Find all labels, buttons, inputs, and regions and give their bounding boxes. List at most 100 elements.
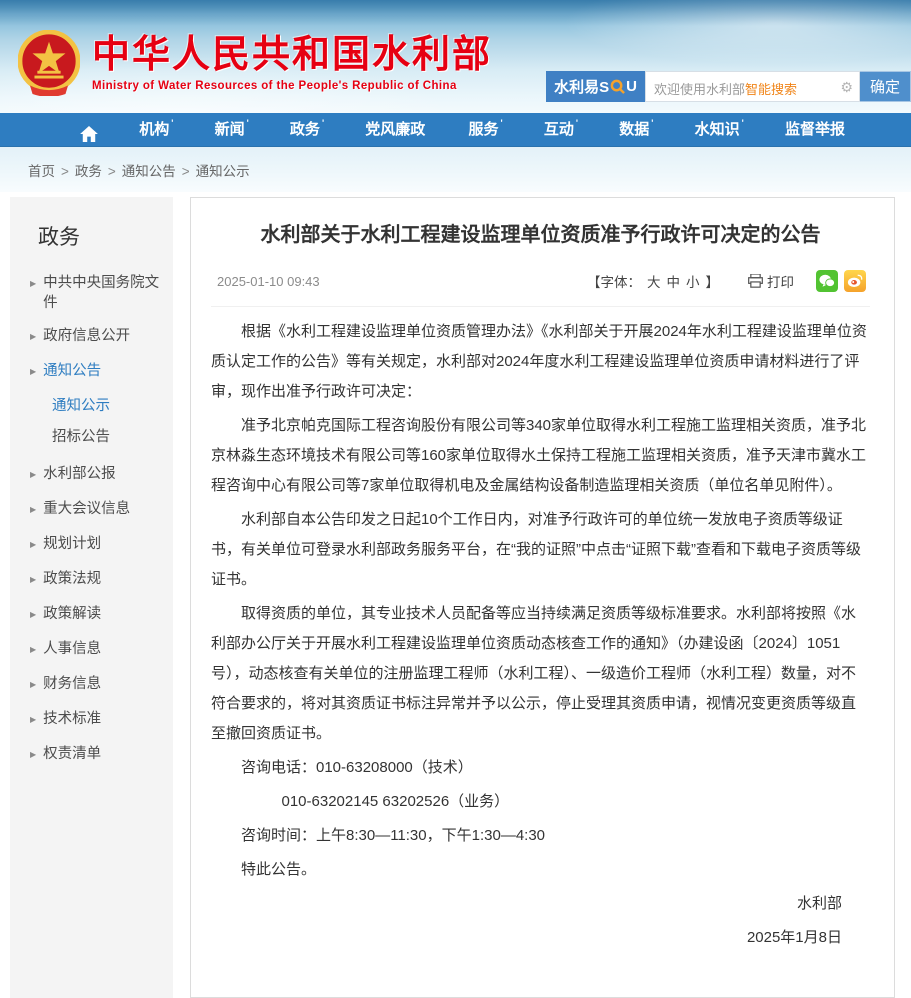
breadcrumb-home[interactable]: 首页 — [28, 164, 55, 179]
print-button[interactable]: 打印 — [748, 271, 794, 291]
nav-item-services[interactable]: 服务' — [469, 113, 503, 147]
font-size-control: 【字体： 大中小】 — [584, 271, 722, 291]
contact-phone-line-1: 咨询电话：010-63208000（技术） — [211, 753, 870, 783]
sidebar-item-central-docs[interactable]: ▶ 中共中央国务院文件 — [30, 273, 163, 313]
sidebar-item-policy-interpretation[interactable]: ▶政策解读 — [30, 604, 163, 626]
font-size-small[interactable]: 小 — [686, 275, 700, 290]
paragraph: 准予北京帕克国际工程咨询股份有限公司等340家单位取得水利工程施工监理相关资质，… — [211, 411, 870, 501]
nav-item-interact[interactable]: 互动' — [544, 113, 578, 147]
nav-label: 互动 — [544, 121, 574, 138]
sidebar-item-label: 中共中央国务院文件 — [43, 273, 163, 313]
dropdown-caret-icon: ' — [322, 118, 324, 128]
sidebar-item-tech-standards[interactable]: ▶ 技术标准 — [30, 709, 163, 731]
breadcrumb-separator: > — [182, 164, 190, 179]
sidebar-item-major-meetings[interactable]: ▶重大会议信息 — [30, 499, 163, 521]
nav-item-data[interactable]: 数据' — [619, 113, 653, 147]
search-bar: 水利易S U 欢迎使用水利部智能搜索 ⚙ 确定 — [546, 71, 911, 102]
breadcrumb-gov[interactable]: 政务 — [75, 164, 102, 179]
breadcrumb-strip: 首页 > 政务 > 通知公告 > 通知公示 — [0, 147, 911, 192]
font-label-open: 【字体： — [587, 275, 641, 290]
sidebar-item-notices[interactable]: ▶ 通知公告 — [30, 361, 163, 383]
sidebar-item-policies-laws[interactable]: ▶政策法规 — [30, 569, 163, 591]
sidebar-item-notice-publicity[interactable]: 通知公示 — [30, 396, 163, 416]
sidebar-item-label: 权责清单 — [43, 744, 101, 764]
sidebar-item-label: 水利部公报 — [43, 464, 116, 484]
nav-item-gov[interactable]: 政务' — [290, 113, 324, 147]
sidebar-item-personnel[interactable]: ▶人事信息 — [30, 639, 163, 661]
closing-line: 特此公告。 — [211, 855, 870, 885]
sidebar-item-gazette[interactable]: ▶ 水利部公报 — [30, 464, 163, 486]
sidebar-item-label: 规划计划 — [43, 534, 101, 554]
article-meta-row: 2025-01-10 09:43 【字体： 大中小】 打印 — [211, 270, 870, 307]
search-brand-right: U — [626, 78, 637, 95]
dropdown-caret-icon: ' — [247, 118, 249, 128]
nav-label: 机构 — [139, 121, 169, 138]
contact-hours: 咨询时间：上午8:30—11:30，下午1:30—4:30 — [211, 821, 870, 851]
article-tools: 【字体： 大中小】 打印 — [584, 270, 866, 292]
share-buttons — [810, 270, 866, 292]
sidebar-item-responsibility-list[interactable]: ▶ 权责清单 — [30, 744, 163, 766]
sidebar-item-finance[interactable]: ▶ 财务信息 — [30, 674, 163, 696]
breadcrumb-separator: > — [108, 164, 116, 179]
magnifier-icon — [610, 79, 625, 94]
sidebar-item-label: 政策法规 — [43, 569, 101, 589]
triangle-bullet-icon: ▶ — [30, 362, 36, 382]
sidebar-item-label: 通知公告 — [43, 361, 101, 381]
nav-item-knowledge[interactable]: 水知识' — [695, 113, 744, 147]
breadcrumb-separator: > — [61, 164, 69, 179]
triangle-bullet-icon: ▶ — [30, 327, 36, 347]
nav-item-news[interactable]: 新闻' — [215, 113, 249, 147]
triangle-bullet-icon: ▶ — [30, 535, 36, 555]
triangle-bullet-icon: ▶ — [30, 710, 36, 730]
nav-label: 水知识 — [695, 121, 740, 138]
paragraph: 根据《水利工程建设监理单位资质管理办法》《水利部关于开展2024年水利工程建设监… — [211, 317, 870, 407]
site-subtitle: Ministry of Water Resources of the Peopl… — [92, 80, 492, 92]
nav-item-report[interactable]: 监督举报 — [785, 113, 847, 147]
weibo-share-icon[interactable] — [844, 270, 866, 292]
signature-date: 2025年1月8日 — [211, 923, 870, 953]
site-banner: 中华人民共和国水利部 Ministry of Water Resources o… — [0, 0, 911, 113]
dropdown-caret-icon: ' — [501, 118, 503, 128]
sidebar-item-label: 财务信息 — [43, 674, 101, 694]
nav-item-orgs[interactable]: 机构' — [139, 113, 173, 147]
breadcrumb-notices[interactable]: 通知公告 — [122, 164, 176, 179]
nav-label: 服务 — [469, 121, 499, 138]
dropdown-caret-icon: ' — [576, 118, 578, 128]
triangle-bullet-icon: ▶ — [30, 465, 36, 485]
article-date: 2025-01-10 09:43 — [217, 274, 320, 289]
search-input-wrap: 欢迎使用水利部智能搜索 ⚙ — [645, 71, 860, 102]
signature: 水利部 — [211, 889, 870, 919]
sidebar-item-plans[interactable]: ▶ 规划计划 — [30, 534, 163, 556]
sidebar-item-label: 招标公告 — [52, 427, 110, 447]
wechat-share-icon[interactable] — [816, 270, 838, 292]
nav-home[interactable] — [80, 117, 98, 142]
font-label-close: 】 — [706, 275, 720, 290]
dropdown-caret-icon: ' — [171, 118, 173, 128]
triangle-bullet-icon: ▶ — [30, 274, 36, 294]
search-brand: 水利易S U — [546, 71, 645, 102]
sidebar-item-bidding[interactable]: 招标公告 — [30, 427, 163, 447]
breadcrumb: 首页 > 政务 > 通知公告 > 通知公示 — [28, 160, 250, 180]
triangle-bullet-icon: ▶ — [30, 605, 36, 625]
article-title: 水利部关于水利工程建设监理单位资质准予行政许可决定的公告 — [241, 220, 840, 250]
search-submit-button[interactable]: 确定 — [860, 71, 911, 102]
sidebar-item-label: 技术标准 — [43, 709, 101, 729]
sidebar-item-label: 政府信息公开 — [43, 326, 130, 346]
sidebar-item-info-disclosure[interactable]: ▶ 政府信息公开 — [30, 326, 163, 348]
font-size-medium[interactable]: 中 — [667, 275, 681, 290]
site-brand: 中华人民共和国水利部 Ministry of Water Resources o… — [18, 30, 492, 96]
search-input[interactable] — [646, 72, 859, 101]
gear-icon[interactable]: ⚙ — [840, 78, 853, 96]
triangle-bullet-icon: ▶ — [30, 675, 36, 695]
nav-label: 党风廉政 — [365, 121, 425, 138]
font-size-large[interactable]: 大 — [647, 275, 661, 290]
nav-item-party[interactable]: 党风廉政 — [365, 113, 427, 147]
nav-label: 监督举报 — [785, 121, 845, 138]
triangle-bullet-icon: ▶ — [30, 745, 36, 765]
contact-phone-line-2: 010-63202145 63202526（业务） — [211, 787, 870, 817]
dropdown-caret-icon: ' — [651, 118, 653, 128]
breadcrumb-current[interactable]: 通知公示 — [196, 164, 250, 179]
paragraph: 水利部自本公告印发之日起10个工作日内，对准予行政许可的单位统一发放电子资质等级… — [211, 505, 870, 595]
sidebar-item-label: 通知公示 — [52, 396, 110, 416]
print-label: 打印 — [767, 271, 794, 291]
